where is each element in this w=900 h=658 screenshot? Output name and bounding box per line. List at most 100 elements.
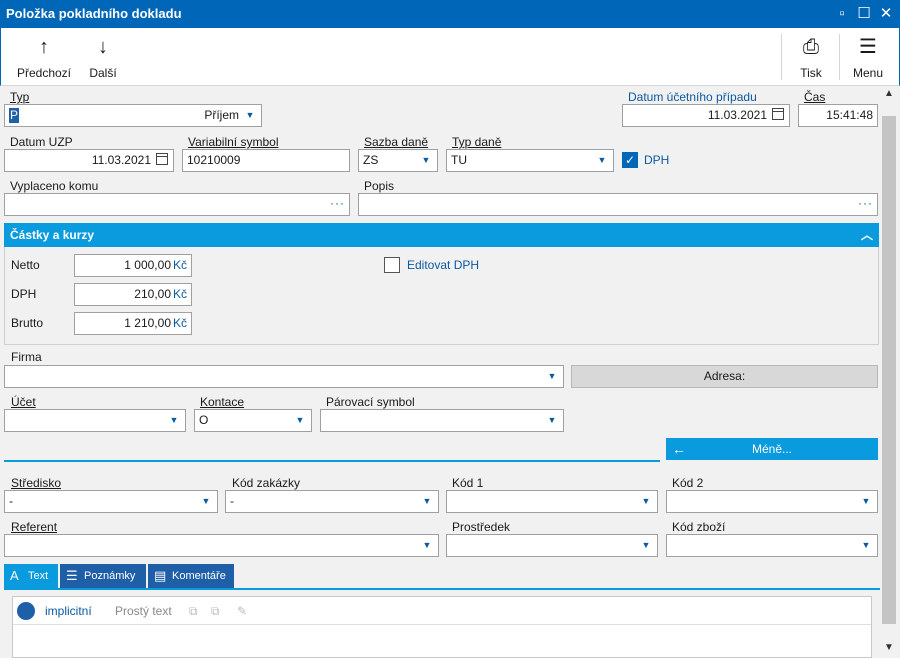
chevron-up-icon[interactable]: ︿ [861,223,873,247]
ellipsis-icon[interactable]: ··· [330,194,345,212]
paste-icon[interactable]: ⧉ [211,604,220,619]
section-header[interactable]: Částky a kurzy ︿ [4,223,879,247]
dropdown-icon[interactable]: ▼ [292,410,308,431]
typ-select[interactable]: P Příjem ▼ [4,104,262,127]
referent-select[interactable]: ▼ [4,534,439,557]
sazba-dane-select[interactable]: ZS ▼ [358,149,438,172]
ucet-label: Účet [11,395,36,409]
netto-label: Netto [11,258,40,272]
dph-currency: Kč [172,287,187,301]
popis-field[interactable]: ··· [358,193,878,216]
tab-poznamky[interactable]: ☰ Poznámky [60,564,146,588]
dph-checkbox[interactable]: ✓ [622,152,638,168]
copy-icon[interactable]: ⧉ [189,604,198,619]
datum-ucetniho-pripadu-label: Datum účetního případu [628,90,757,104]
calendar-icon[interactable] [770,105,786,126]
ellipsis-icon[interactable]: ··· [858,194,873,212]
cas-label: Čas [804,90,826,104]
datum-uzp-label: Datum UZP [10,135,73,149]
menu-button[interactable]: ☰ Menu [847,34,889,82]
dropdown-icon[interactable]: ▼ [858,491,874,512]
format-select[interactable]: Prostý text [115,604,172,618]
kod2-select[interactable]: ▼ [666,490,878,513]
tab-komentare[interactable]: ▤ Komentáře [148,564,234,588]
dropdown-icon[interactable]: ▼ [419,491,435,512]
netto-field[interactable]: 1 000,00 Kč [74,254,192,277]
kontace-select[interactable]: O ▼ [194,409,312,432]
next-button[interactable]: ↓ Další [85,34,121,82]
pencil-icon[interactable]: ✎ [237,604,247,618]
dropdown-icon[interactable]: ▼ [858,535,874,556]
restore-icon[interactable]: ▫ [832,4,852,24]
tab-label: Text [28,570,49,582]
vyplaceno-komu-field[interactable]: ··· [4,193,350,216]
comment-icon: ▤ [154,568,167,583]
previous-button[interactable]: ↑ Předchozí [15,34,73,82]
vyplaceno-komu-label: Vyplaceno komu [10,179,99,193]
globe-icon[interactable] [17,602,35,620]
tab-underline [4,588,880,590]
kod-zakazky-select[interactable]: - ▼ [225,490,439,513]
netto-value: 1 000,00 [124,258,171,272]
referent-label: Referent [11,520,58,534]
text-editor[interactable]: implicitní Prostý text ⧉ ⧉ ✎ [12,596,872,658]
brutto-currency: Kč [172,316,187,330]
calendar-icon[interactable] [154,150,170,171]
dropdown-icon[interactable]: ▼ [198,491,214,512]
dph-value: 210,00 [134,287,171,301]
datum-ucetniho-pripadu-value: 11.03.2021 [707,108,767,122]
stredisko-value: - [9,494,13,508]
kod1-label: Kód 1 [452,476,484,490]
dropdown-icon[interactable]: ▼ [594,150,610,171]
typ-dane-select[interactable]: TU ▼ [446,149,614,172]
brutto-label: Brutto [11,316,44,330]
previous-label: Předchozí [16,66,72,80]
scroll-up-icon[interactable]: ▲ [880,88,898,102]
dph-field[interactable]: 210,00 Kč [74,283,192,306]
kontace-label: Kontace [200,395,245,409]
dropdown-icon[interactable]: ▼ [638,535,654,556]
editovat-dph-checkbox[interactable] [384,257,400,273]
language-select[interactable]: implicitní [45,604,92,618]
dropdown-icon[interactable]: ▼ [166,410,182,431]
arrow-up-icon: ↑ [39,36,49,58]
firma-select[interactable]: ▼ [4,365,564,388]
printer-icon: ⎙ [803,36,819,58]
mene-button[interactable]: ← Méně... [666,438,878,460]
editor-toolbar: implicitní Prostý text ⧉ ⧉ ✎ [13,597,871,625]
scroll-thumb[interactable] [882,116,896,624]
brutto-value: 1 210,00 [124,316,171,330]
scroll-down-icon[interactable]: ▼ [880,642,898,656]
title-bar: Položka pokladního dokladu ▫ ☐ ✕ [0,0,900,28]
variabilni-symbol-field[interactable]: 10210009 [182,149,350,172]
datum-ucetniho-pripadu-field[interactable]: 11.03.2021 [622,104,790,127]
toolbar: ↑ Předchozí ↓ Další ⎙ Tisk ☰ Menu [0,28,900,86]
stredisko-select[interactable]: - ▼ [4,490,218,513]
text-icon: A [10,568,19,583]
dropdown-icon[interactable]: ▼ [544,410,560,431]
kod1-select[interactable]: ▼ [446,490,658,513]
print-button[interactable]: ⎙ Tisk [791,34,831,82]
adresa-button[interactable]: Adresa: [571,365,878,388]
parovaci-symbol-select[interactable]: ▼ [320,409,564,432]
dropdown-icon[interactable]: ▼ [418,150,434,171]
sazba-dane-label: Sazba daně [364,135,429,149]
ucet-select[interactable]: ▼ [4,409,186,432]
brutto-field[interactable]: 1 210,00 Kč [74,312,192,335]
hamburger-icon: ☰ [859,36,877,58]
tab-text[interactable]: A Text [4,564,58,588]
kod-zakazky-label: Kód zakázky [232,476,301,490]
toolbar-separator [781,34,782,80]
typ-dane-value: TU [451,153,467,167]
dropdown-icon[interactable]: ▼ [419,535,435,556]
datum-uzp-field[interactable]: 11.03.2021 [4,149,174,172]
close-icon[interactable]: ✕ [876,4,896,24]
dropdown-icon[interactable]: ▼ [242,105,258,126]
dropdown-icon[interactable]: ▼ [544,366,560,387]
prostredek-select[interactable]: ▼ [446,534,658,557]
dropdown-icon[interactable]: ▼ [638,491,654,512]
kod-zbozi-select[interactable]: ▼ [666,534,878,557]
cas-field[interactable]: 15:41:48 [798,104,878,127]
vertical-scrollbar[interactable]: ▲ ▼ [880,86,898,658]
maximize-icon[interactable]: ☐ [854,4,874,24]
